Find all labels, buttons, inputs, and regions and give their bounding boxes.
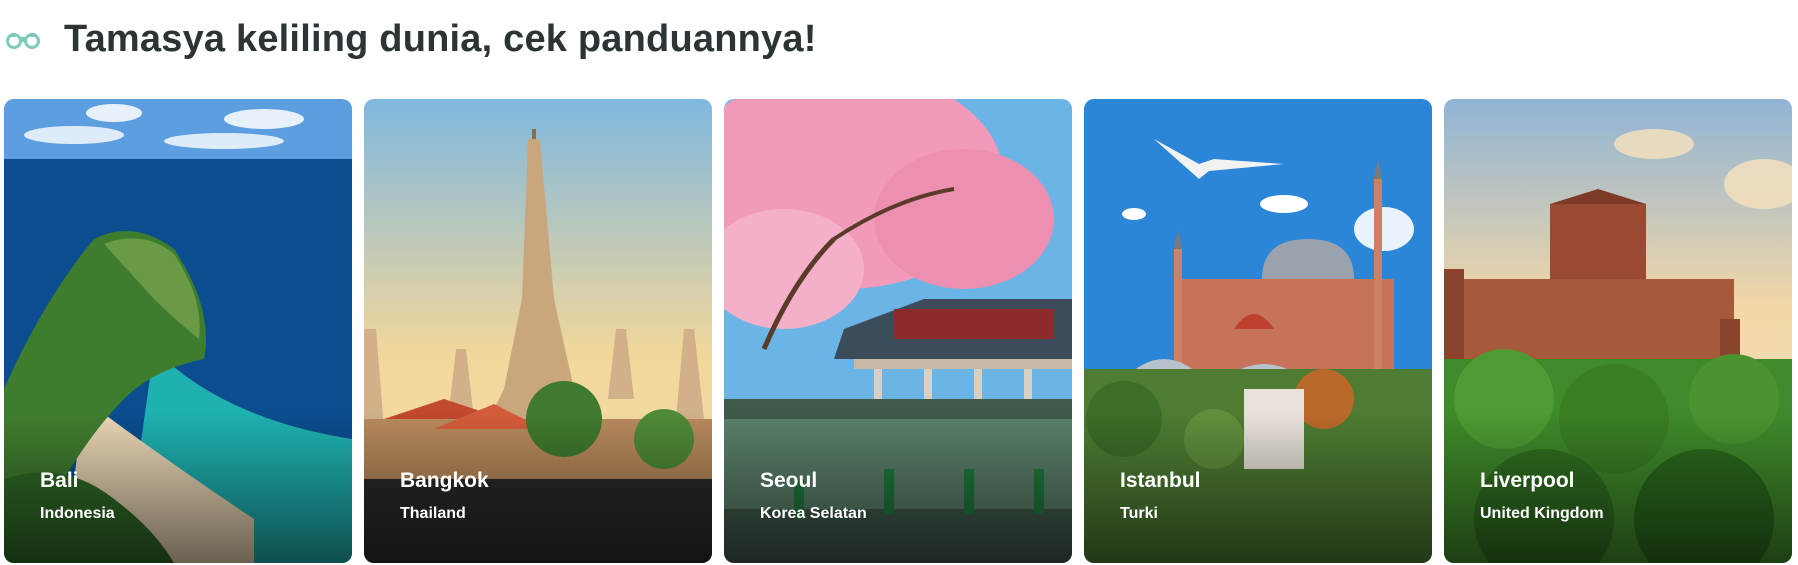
section-header: Tamasya keliling dunia, cek panduannya! xyxy=(0,0,1798,86)
card-city: Istanbul xyxy=(1120,469,1201,492)
card-country: Indonesia xyxy=(40,505,115,522)
destination-carousel: Bali Indonesia Bangkok Thailand Seoul Ko… xyxy=(4,99,1792,563)
destination-card-liverpool[interactable]: Liverpool United Kingdom xyxy=(1444,99,1792,563)
section-title: Tamasya keliling dunia, cek panduannya! xyxy=(64,18,817,60)
binoculars-icon xyxy=(6,33,40,49)
card-country: Turki xyxy=(1120,505,1158,522)
card-city: Liverpool xyxy=(1480,469,1575,492)
card-city: Bangkok xyxy=(400,469,489,492)
card-city: Bali xyxy=(40,469,79,492)
destination-card-istanbul[interactable]: Istanbul Turki xyxy=(1084,99,1432,563)
destination-card-seoul[interactable]: Seoul Korea Selatan xyxy=(724,99,1072,563)
card-country: Thailand xyxy=(400,505,466,522)
destination-card-bali[interactable]: Bali Indonesia xyxy=(4,99,352,563)
destination-card-bangkok[interactable]: Bangkok Thailand xyxy=(364,99,712,563)
card-country: Korea Selatan xyxy=(760,505,867,522)
card-country: United Kingdom xyxy=(1480,505,1604,522)
card-city: Seoul xyxy=(760,469,818,492)
